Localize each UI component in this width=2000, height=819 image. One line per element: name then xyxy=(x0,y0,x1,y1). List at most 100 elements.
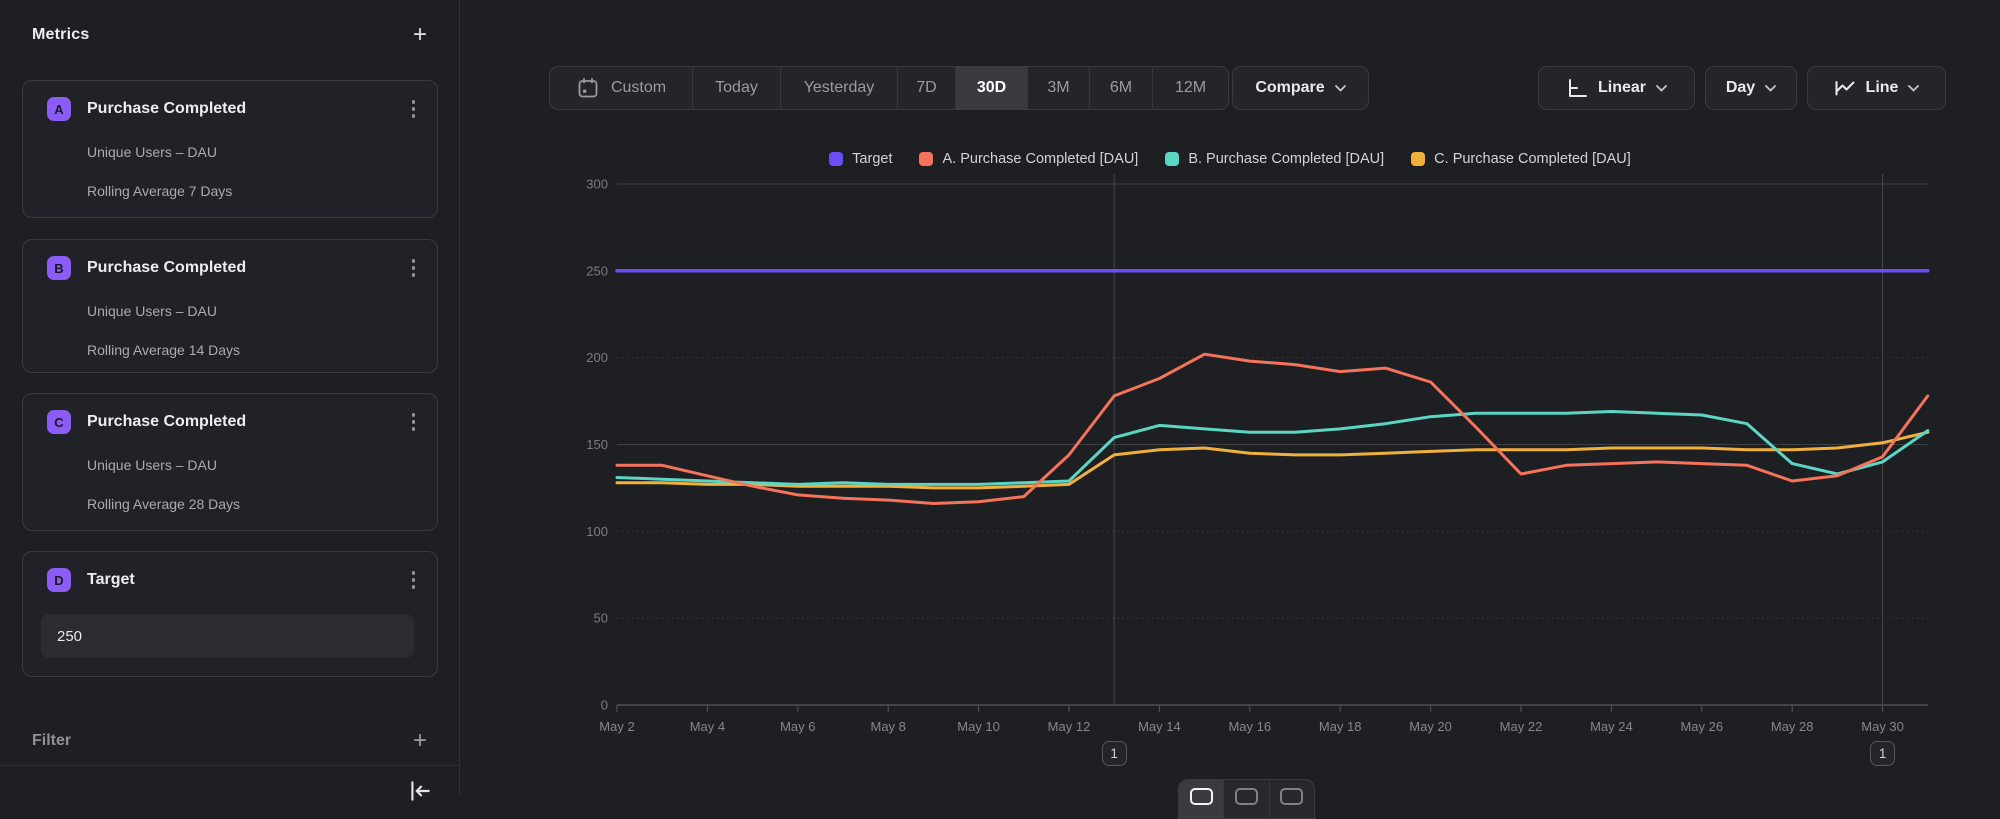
metric-card-b[interactable]: B Purchase Completed Unique Users – DAU … xyxy=(22,239,438,373)
chart-style-option-3[interactable] xyxy=(1270,780,1314,818)
chart-panel: Custom Today Yesterday 7D 30D 3M 6M 12M … xyxy=(460,0,2000,796)
range-30d[interactable]: 30D xyxy=(956,67,1028,109)
metric-card-c[interactable]: C Purchase Completed Unique Users – DAU … xyxy=(22,393,438,531)
kebab-menu-icon[interactable] xyxy=(404,97,424,121)
filter-section-title: Filter xyxy=(32,732,71,750)
annotation-badge[interactable]: 1 xyxy=(1102,741,1127,766)
kebab-menu-icon[interactable] xyxy=(404,410,424,434)
target-card[interactable]: D Target 250 xyxy=(22,551,438,677)
range-label: Today xyxy=(715,79,758,97)
x-tick-label: May 24 xyxy=(1590,719,1633,734)
y-tick-label: 300 xyxy=(586,177,608,192)
x-tick-label: May 14 xyxy=(1138,719,1181,734)
y-tick-label: 0 xyxy=(601,698,608,713)
metric-badge-c: C xyxy=(47,410,71,434)
metrics-dashboard: Metrics + A Purchase Completed Unique Us… xyxy=(0,0,2000,796)
x-tick-label: May 30 xyxy=(1861,719,1904,734)
range-custom[interactable]: Custom xyxy=(550,67,693,109)
range-3m[interactable]: 3M xyxy=(1028,67,1090,109)
range-today[interactable]: Today xyxy=(693,67,781,109)
sidebar-bottom-divider xyxy=(0,765,459,766)
range-12m[interactable]: 12M xyxy=(1153,67,1228,109)
range-label: 6M xyxy=(1110,79,1132,97)
granularity-button[interactable]: Day xyxy=(1705,66,1797,110)
add-filter-icon[interactable]: + xyxy=(413,730,427,752)
metric-title: Purchase Completed xyxy=(87,100,404,118)
range-yesterday[interactable]: Yesterday xyxy=(781,67,898,109)
x-tick-label: May 6 xyxy=(780,719,815,734)
chart-style-option-2[interactable] xyxy=(1224,780,1269,818)
metric-badge-b: B xyxy=(47,256,71,280)
x-tick-label: May 4 xyxy=(690,719,725,734)
series-line-c xyxy=(617,432,1928,488)
range-label: Custom xyxy=(611,79,666,97)
range-label: Yesterday xyxy=(804,79,875,97)
chevron-down-icon xyxy=(1656,85,1667,92)
range-label: 3M xyxy=(1047,79,1069,97)
x-tick-label: May 8 xyxy=(870,719,905,734)
chart-type-button[interactable]: Line xyxy=(1807,66,1946,110)
chart-style-switcher xyxy=(1178,779,1315,819)
rounded-rect-icon xyxy=(1280,788,1303,805)
chevron-down-icon xyxy=(1765,85,1776,92)
calendar-icon xyxy=(576,76,600,100)
y-tick-label: 150 xyxy=(586,437,608,452)
date-range-control: Custom Today Yesterday 7D 30D 3M 6M 12M xyxy=(549,66,1229,110)
metric-card-a-header: A Purchase Completed xyxy=(47,97,423,121)
metric-measure: Unique Users – DAU xyxy=(87,303,217,319)
metric-card-a[interactable]: A Purchase Completed Unique Users – DAU … xyxy=(22,80,438,218)
chevron-down-icon xyxy=(1908,85,1919,92)
scale-label: Linear xyxy=(1598,79,1646,97)
annotation-badge[interactable]: 1 xyxy=(1870,741,1895,766)
range-label: 12M xyxy=(1175,79,1206,97)
range-6m[interactable]: 6M xyxy=(1090,67,1153,109)
rounded-rect-icon xyxy=(1235,788,1258,805)
granularity-label: Day xyxy=(1726,79,1755,97)
scale-button[interactable]: Linear xyxy=(1538,66,1695,110)
metric-card-b-header: B Purchase Completed xyxy=(47,256,423,280)
y-tick-label: 250 xyxy=(586,263,608,278)
y-tick-label: 50 xyxy=(594,611,608,626)
range-label: 30D xyxy=(977,79,1006,97)
y-tick-label: 200 xyxy=(586,350,608,365)
target-value-input[interactable]: 250 xyxy=(41,614,414,658)
target-card-header: D Target xyxy=(47,568,423,592)
x-tick-label: May 22 xyxy=(1500,719,1543,734)
sidebar-header: Metrics + xyxy=(32,20,427,50)
range-7d[interactable]: 7D xyxy=(898,67,956,109)
sidebar: Metrics + A Purchase Completed Unique Us… xyxy=(0,0,460,796)
metric-badge-d: D xyxy=(47,568,71,592)
x-tick-label: May 12 xyxy=(1048,719,1091,734)
kebab-menu-icon[interactable] xyxy=(404,256,424,280)
x-tick-label: May 20 xyxy=(1409,719,1452,734)
metric-rolling-average: Rolling Average 28 Days xyxy=(87,496,240,512)
line-chart-icon xyxy=(1834,79,1856,98)
add-metric-icon[interactable]: + xyxy=(413,24,427,46)
collapse-sidebar-icon[interactable] xyxy=(407,778,433,804)
kebab-menu-icon[interactable] xyxy=(404,568,424,592)
x-tick-label: May 16 xyxy=(1228,719,1271,734)
x-tick-label: May 26 xyxy=(1680,719,1723,734)
filter-section: Filter + xyxy=(32,726,427,756)
metric-measure: Unique Users – DAU xyxy=(87,457,217,473)
compare-button[interactable]: Compare xyxy=(1232,66,1369,110)
metric-badge-a: A xyxy=(47,97,71,121)
rounded-rect-icon xyxy=(1190,788,1213,805)
range-label: 7D xyxy=(916,79,936,97)
x-tick-label: May 28 xyxy=(1771,719,1814,734)
compare-label: Compare xyxy=(1255,79,1324,97)
y-tick-label: 100 xyxy=(586,524,608,539)
chart-style-option-1[interactable] xyxy=(1179,780,1224,818)
chart-type-label: Line xyxy=(1866,79,1899,97)
x-tick-label: May 10 xyxy=(957,719,1000,734)
metric-measure: Unique Users – DAU xyxy=(87,144,217,160)
metric-title: Purchase Completed xyxy=(87,413,404,431)
target-title: Target xyxy=(87,571,404,589)
metric-card-c-header: C Purchase Completed xyxy=(47,410,423,434)
line-chart: 0 50 100 150 200 250 300 May 2 May 4 May 6 May 8 Ma… xyxy=(460,130,2000,796)
metric-rolling-average: Rolling Average 7 Days xyxy=(87,183,232,199)
x-tick-label: May 2 xyxy=(599,719,634,734)
metric-title: Purchase Completed xyxy=(87,259,404,277)
chevron-down-icon xyxy=(1335,85,1346,92)
axis-scale-icon xyxy=(1566,77,1588,99)
